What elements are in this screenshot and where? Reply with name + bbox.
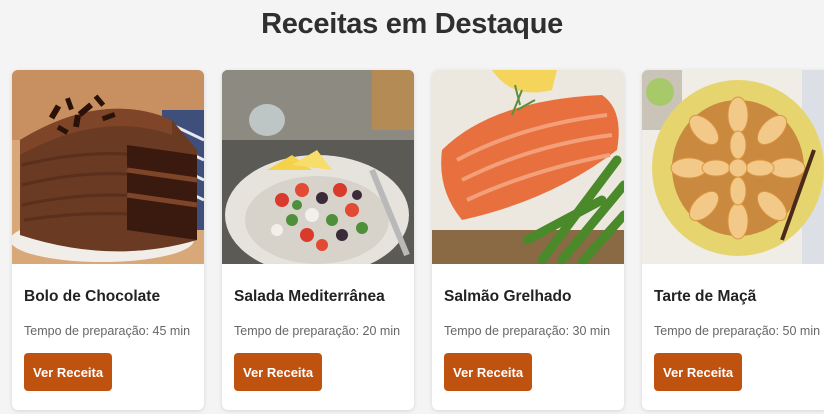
recipe-image-mediterranean-salad[interactable] [222, 70, 414, 264]
view-recipe-button[interactable]: Ver Receita [654, 353, 743, 391]
recipe-title: Bolo de Chocolate [24, 288, 161, 305]
view-recipe-button[interactable]: Ver Receita [24, 353, 113, 391]
recipe-image-apple-tart[interactable] [642, 70, 824, 264]
page-title: Receitas em Destaque [261, 8, 563, 40]
recipe-prep-time: Tempo de preparação: 50 min [654, 324, 821, 338]
view-recipe-button[interactable]: Ver Receita [444, 353, 533, 391]
recipe-card-list: Bolo de Chocolate Tempo de preparação: 4… [12, 70, 824, 410]
recipe-prep-time: Tempo de preparação: 45 min [24, 324, 191, 338]
recipe-title: Salmão Grelhado [444, 288, 572, 305]
recipe-card: Tarte de Maçã Tempo de preparação: 50 mi… [642, 70, 824, 410]
recipe-card: Bolo de Chocolate Tempo de preparação: 4… [12, 70, 204, 410]
recipe-image-grilled-salmon[interactable] [432, 70, 624, 264]
recipe-card: Salmão Grelhado Tempo de preparação: 30 … [432, 70, 624, 410]
recipe-title: Tarte de Maçã [654, 288, 757, 305]
recipe-card: Salada Mediterrânea Tempo de preparação:… [222, 70, 414, 410]
recipe-prep-time: Tempo de preparação: 30 min [444, 324, 611, 338]
recipe-image-chocolate-cake[interactable] [12, 70, 204, 264]
recipe-prep-time: Tempo de preparação: 20 min [234, 324, 401, 338]
recipe-title: Salada Mediterrânea [234, 288, 385, 305]
view-recipe-button[interactable]: Ver Receita [234, 353, 323, 391]
